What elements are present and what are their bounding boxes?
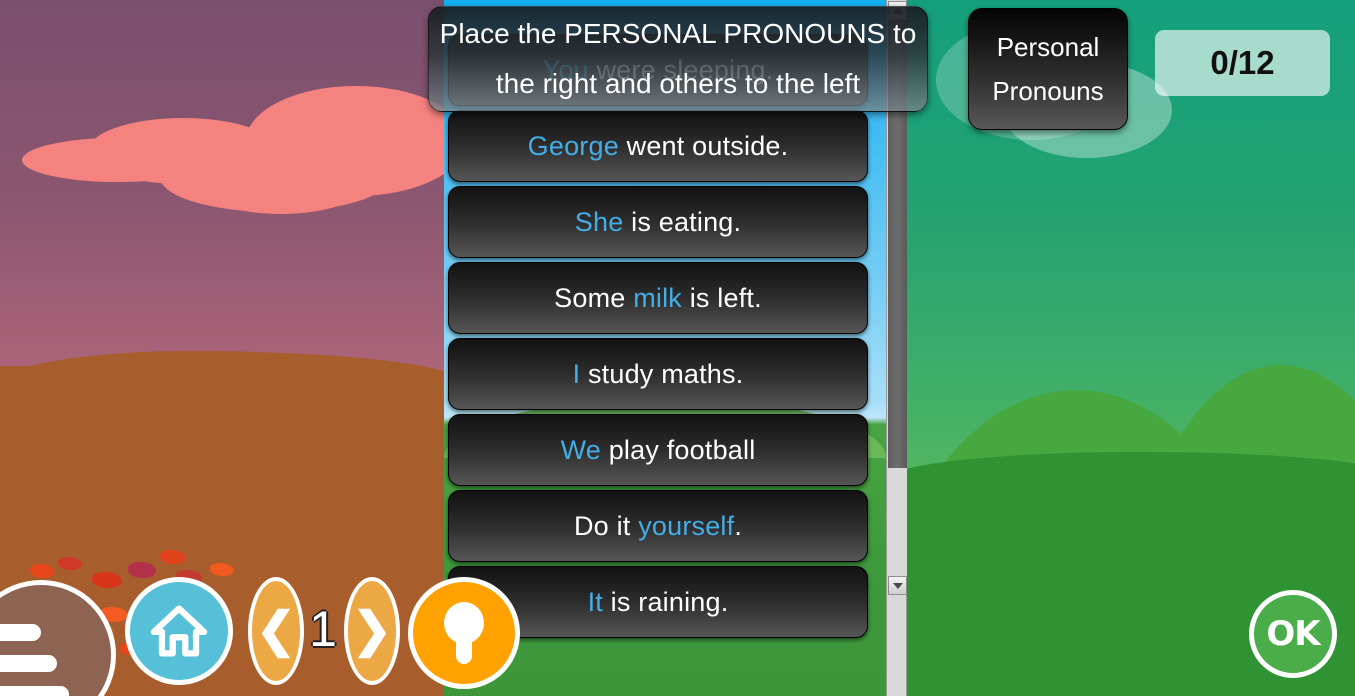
ok-button-label: OK <box>1266 614 1320 654</box>
sentence-text: She is eating. <box>575 207 741 238</box>
hamburger-icon <box>0 624 41 641</box>
highlighted-word: milk <box>633 282 682 313</box>
scrollbar-track[interactable] <box>888 468 907 576</box>
sentence-prefix: Some <box>554 282 634 313</box>
hamburger-icon <box>0 686 69 696</box>
highlighted-word: George <box>527 130 619 161</box>
instruction-text: Place the PERSONAL PRONOUNS to the right… <box>439 18 917 99</box>
sentence-card[interactable]: I study maths. <box>448 338 868 410</box>
leaf-shape <box>92 572 122 588</box>
scroll-down-button[interactable] <box>888 576 907 595</box>
cloud-shape <box>196 152 366 214</box>
sentence-text: Some milk is left. <box>554 283 762 314</box>
highlighted-word: yourself <box>638 510 735 541</box>
sentence-card[interactable]: George went outside. <box>448 110 868 182</box>
sentence-suffix: . <box>734 510 743 541</box>
previous-page-button[interactable]: ❮ <box>248 577 304 685</box>
score-value: 0/12 <box>1210 44 1275 81</box>
highlighted-word: She <box>574 206 624 237</box>
hamburger-icon <box>0 655 57 672</box>
leaf-shape <box>210 563 234 576</box>
page-number: 1 <box>309 601 337 657</box>
leaf-shape <box>160 550 186 564</box>
sentence-card[interactable]: We play football <box>448 414 868 486</box>
sentence-text: Do it yourself. <box>574 511 742 542</box>
home-button[interactable] <box>125 577 233 685</box>
sentence-suffix: study maths. <box>580 358 744 389</box>
chevron-right-icon: ❯ <box>351 604 393 657</box>
sentence-text: I study maths. <box>573 359 744 390</box>
category-line-2: Pronouns <box>992 76 1104 106</box>
hint-button[interactable] <box>408 577 520 689</box>
sentence-suffix: is left. <box>682 282 762 313</box>
instruction-banner: Place the PERSONAL PRONOUNS to the right… <box>428 6 928 112</box>
category-line-1: Personal <box>996 32 1100 62</box>
sentence-suffix: is raining. <box>602 586 729 617</box>
leaf-shape <box>128 562 156 578</box>
leaf-shape <box>30 564 54 578</box>
ok-button[interactable]: OK <box>1249 590 1337 678</box>
next-page-button[interactable]: ❯ <box>344 577 400 685</box>
sentence-text: It is raining. <box>588 587 729 618</box>
sentence-card[interactable]: Do it yourself. <box>448 490 868 562</box>
home-icon <box>150 605 208 657</box>
leaf-shape <box>58 557 82 570</box>
highlighted-word: It <box>587 586 603 617</box>
lightbulb-icon <box>444 602 484 664</box>
sentence-suffix: play football <box>601 434 756 465</box>
sentence-suffix: went outside. <box>618 130 789 161</box>
sentence-text: We play football <box>561 435 756 466</box>
category-label: Personal Pronouns <box>968 8 1128 130</box>
highlighted-word: We <box>560 434 601 465</box>
sentence-card[interactable]: She is eating. <box>448 186 868 258</box>
sentence-card[interactable]: Some milk is left. <box>448 262 868 334</box>
sentence-text: George went outside. <box>528 131 789 162</box>
game-stage: You were sleeping.George went outside.Sh… <box>0 0 1355 696</box>
sentence-prefix: Do it <box>573 510 639 541</box>
chevron-down-icon <box>892 582 903 589</box>
chevron-left-icon: ❮ <box>255 604 297 657</box>
sentence-suffix: is eating. <box>623 206 742 237</box>
score-display: 0/12 <box>1155 30 1330 96</box>
